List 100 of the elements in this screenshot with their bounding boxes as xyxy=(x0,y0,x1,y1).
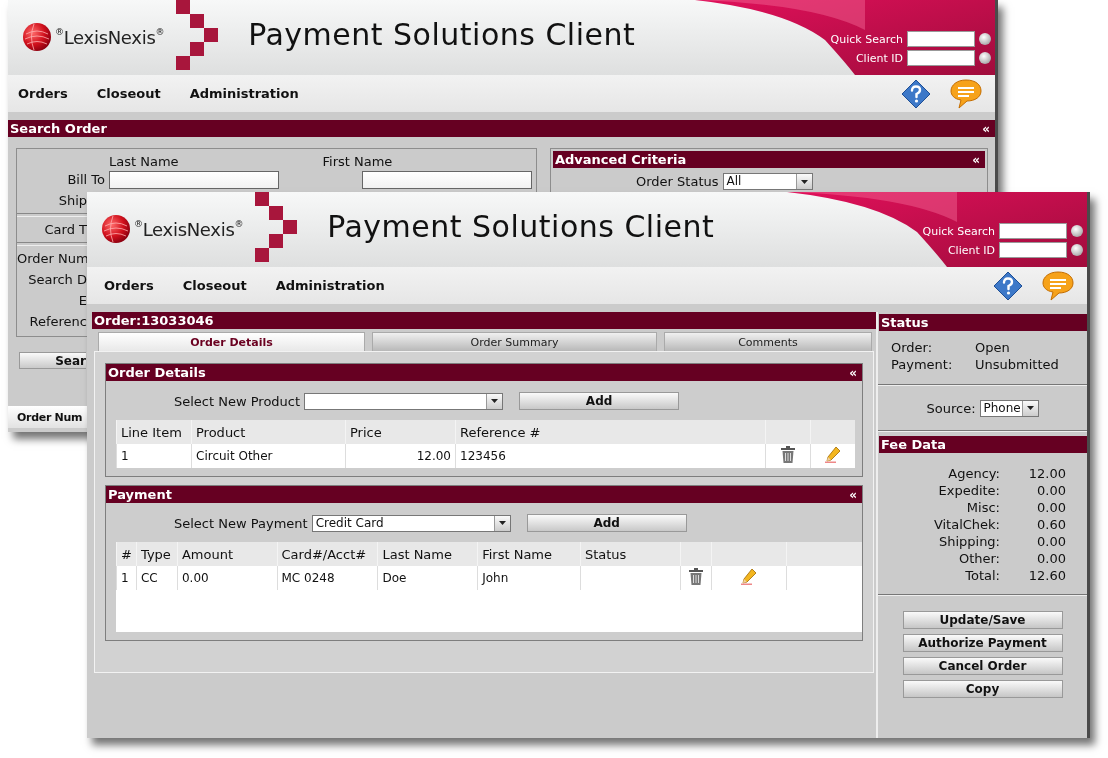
dropdown[interactable]: Credit Card xyxy=(311,514,511,532)
squares-logo-drawing xyxy=(176,0,219,70)
search-field[interactable] xyxy=(907,50,975,66)
field-label: Select New Payment xyxy=(174,515,308,531)
field-label: Order Num xyxy=(17,251,87,266)
fee-label: Total: xyxy=(964,568,1000,583)
dropdown[interactable] xyxy=(304,392,504,410)
field-label: Client ID xyxy=(946,243,996,257)
search-button[interactable]: Sear xyxy=(19,352,86,369)
table-cell: MC 0248 xyxy=(277,566,378,590)
globe-logo-icon xyxy=(101,214,131,244)
menu-link[interactable]: Orders xyxy=(18,86,68,101)
action-button[interactable]: Copy xyxy=(902,680,1063,698)
column-header: First Name xyxy=(477,542,581,566)
fee-amount: 0.00 xyxy=(1036,500,1066,515)
pencil-icon[interactable] xyxy=(825,446,841,463)
table-cell: 12.00 xyxy=(345,444,456,468)
action-button[interactable]: Update/Save xyxy=(902,611,1063,629)
table-cell: John xyxy=(477,566,581,590)
section-title-bar: Order Details « xyxy=(106,364,862,381)
field-label: E xyxy=(77,293,87,308)
help-icon[interactable] xyxy=(901,78,931,109)
search-field[interactable] xyxy=(907,31,975,47)
tab[interactable]: Comments xyxy=(664,332,872,351)
menu-link[interactable]: Closeout xyxy=(182,278,247,293)
column-header: Line Item xyxy=(116,420,192,444)
table-cell: 123456 xyxy=(455,444,766,468)
help-icon[interactable] xyxy=(993,270,1023,301)
tab[interactable]: Order Details xyxy=(98,332,365,351)
field-label: Referenc xyxy=(28,314,87,329)
fee-amount: 0.00 xyxy=(1036,534,1066,549)
field-label: Quick Search xyxy=(830,32,904,46)
speech-bubble-icon[interactable] xyxy=(1041,269,1075,302)
globe-logo-icon xyxy=(22,22,52,52)
caret-icon xyxy=(498,521,506,525)
column-label: First Name xyxy=(322,154,394,169)
column-header: Type xyxy=(136,542,178,566)
fee-label: VitalChek: xyxy=(932,517,1000,532)
status-value: Unsubmitted xyxy=(975,357,1060,372)
section-title-bar: Payment « xyxy=(106,486,862,503)
field-label: Search D xyxy=(27,272,87,287)
table-cell: 1 xyxy=(116,444,192,468)
column-header: Status xyxy=(580,542,681,566)
column-header: Card#/Acct# xyxy=(277,542,378,566)
field-label: Quick Search xyxy=(922,224,996,238)
collapse-button[interactable]: « xyxy=(849,487,857,502)
text-field[interactable] xyxy=(109,170,279,189)
field-label: Ship xyxy=(57,193,87,208)
field-label: Source: xyxy=(926,400,976,416)
section-title-bar: Advanced Criteria « xyxy=(553,151,985,168)
app-title: Payment Solutions Client xyxy=(327,209,715,244)
action-button[interactable]: Cancel Order xyxy=(902,657,1063,675)
section-title-bar: Status xyxy=(879,314,1087,331)
app-title: Payment Solutions Client xyxy=(248,17,636,52)
text-field[interactable] xyxy=(362,170,532,189)
status-label: Order: xyxy=(891,340,934,355)
collapse-button[interactable]: « xyxy=(972,152,980,167)
fee-label: Agency: xyxy=(947,466,1000,481)
column-header: Reference # xyxy=(455,420,766,444)
brand-name: $^{®}$LexisNexis$^{®}$ xyxy=(55,26,165,48)
status-label: Payment: xyxy=(891,357,954,372)
column-header: Product xyxy=(191,420,346,444)
collapse-button[interactable]: « xyxy=(982,121,990,136)
fee-label: Other: xyxy=(957,551,1000,566)
order-title-bar: Order:13033046 xyxy=(92,312,876,329)
status-value: Open xyxy=(975,340,1011,355)
pencil-icon[interactable] xyxy=(740,568,757,585)
fee-amount: 0.00 xyxy=(1036,551,1066,566)
field-label: Card T xyxy=(43,222,87,237)
fee-amount: 0.60 xyxy=(1036,517,1066,532)
dropdown-value: Credit Card xyxy=(314,515,385,531)
search-field[interactable] xyxy=(999,223,1067,239)
column-header: Last Name xyxy=(377,542,478,566)
speech-bubble-icon[interactable] xyxy=(949,77,983,110)
column-header: # xyxy=(116,542,137,566)
add-button[interactable]: Add xyxy=(526,514,687,532)
trash-icon[interactable] xyxy=(780,446,796,463)
brand-name: $^{®}$LexisNexis$^{®}$ xyxy=(134,218,244,240)
dropdown[interactable]: Phone xyxy=(979,399,1039,417)
menu-link[interactable]: Administration xyxy=(189,86,299,101)
menu-link[interactable]: Orders xyxy=(104,278,154,293)
squares-logo-drawing xyxy=(255,192,298,262)
search-field[interactable] xyxy=(999,242,1067,258)
table-cell: 0.00 xyxy=(177,566,277,590)
collapse-button[interactable]: « xyxy=(849,365,857,380)
menu-link[interactable]: Administration xyxy=(275,278,385,293)
fee-amount: 12.60 xyxy=(1027,568,1066,583)
trash-icon[interactable] xyxy=(688,568,705,585)
menu-link[interactable]: Closeout xyxy=(96,86,161,101)
section-title-bar: Fee Data xyxy=(879,436,1087,453)
add-button[interactable]: Add xyxy=(519,392,680,410)
tab[interactable]: Order Summary xyxy=(372,332,657,351)
dropdown[interactable]: All xyxy=(722,173,813,190)
caret-icon xyxy=(491,399,499,403)
table-cell: Circuit Other xyxy=(191,444,346,468)
action-button[interactable]: Authorize Payment xyxy=(902,634,1063,652)
column-label: Last Name xyxy=(109,154,180,169)
fee-amount: 12.00 xyxy=(1027,466,1066,481)
column-header: Amount xyxy=(177,542,277,566)
fee-label: Shipping: xyxy=(937,534,1000,549)
